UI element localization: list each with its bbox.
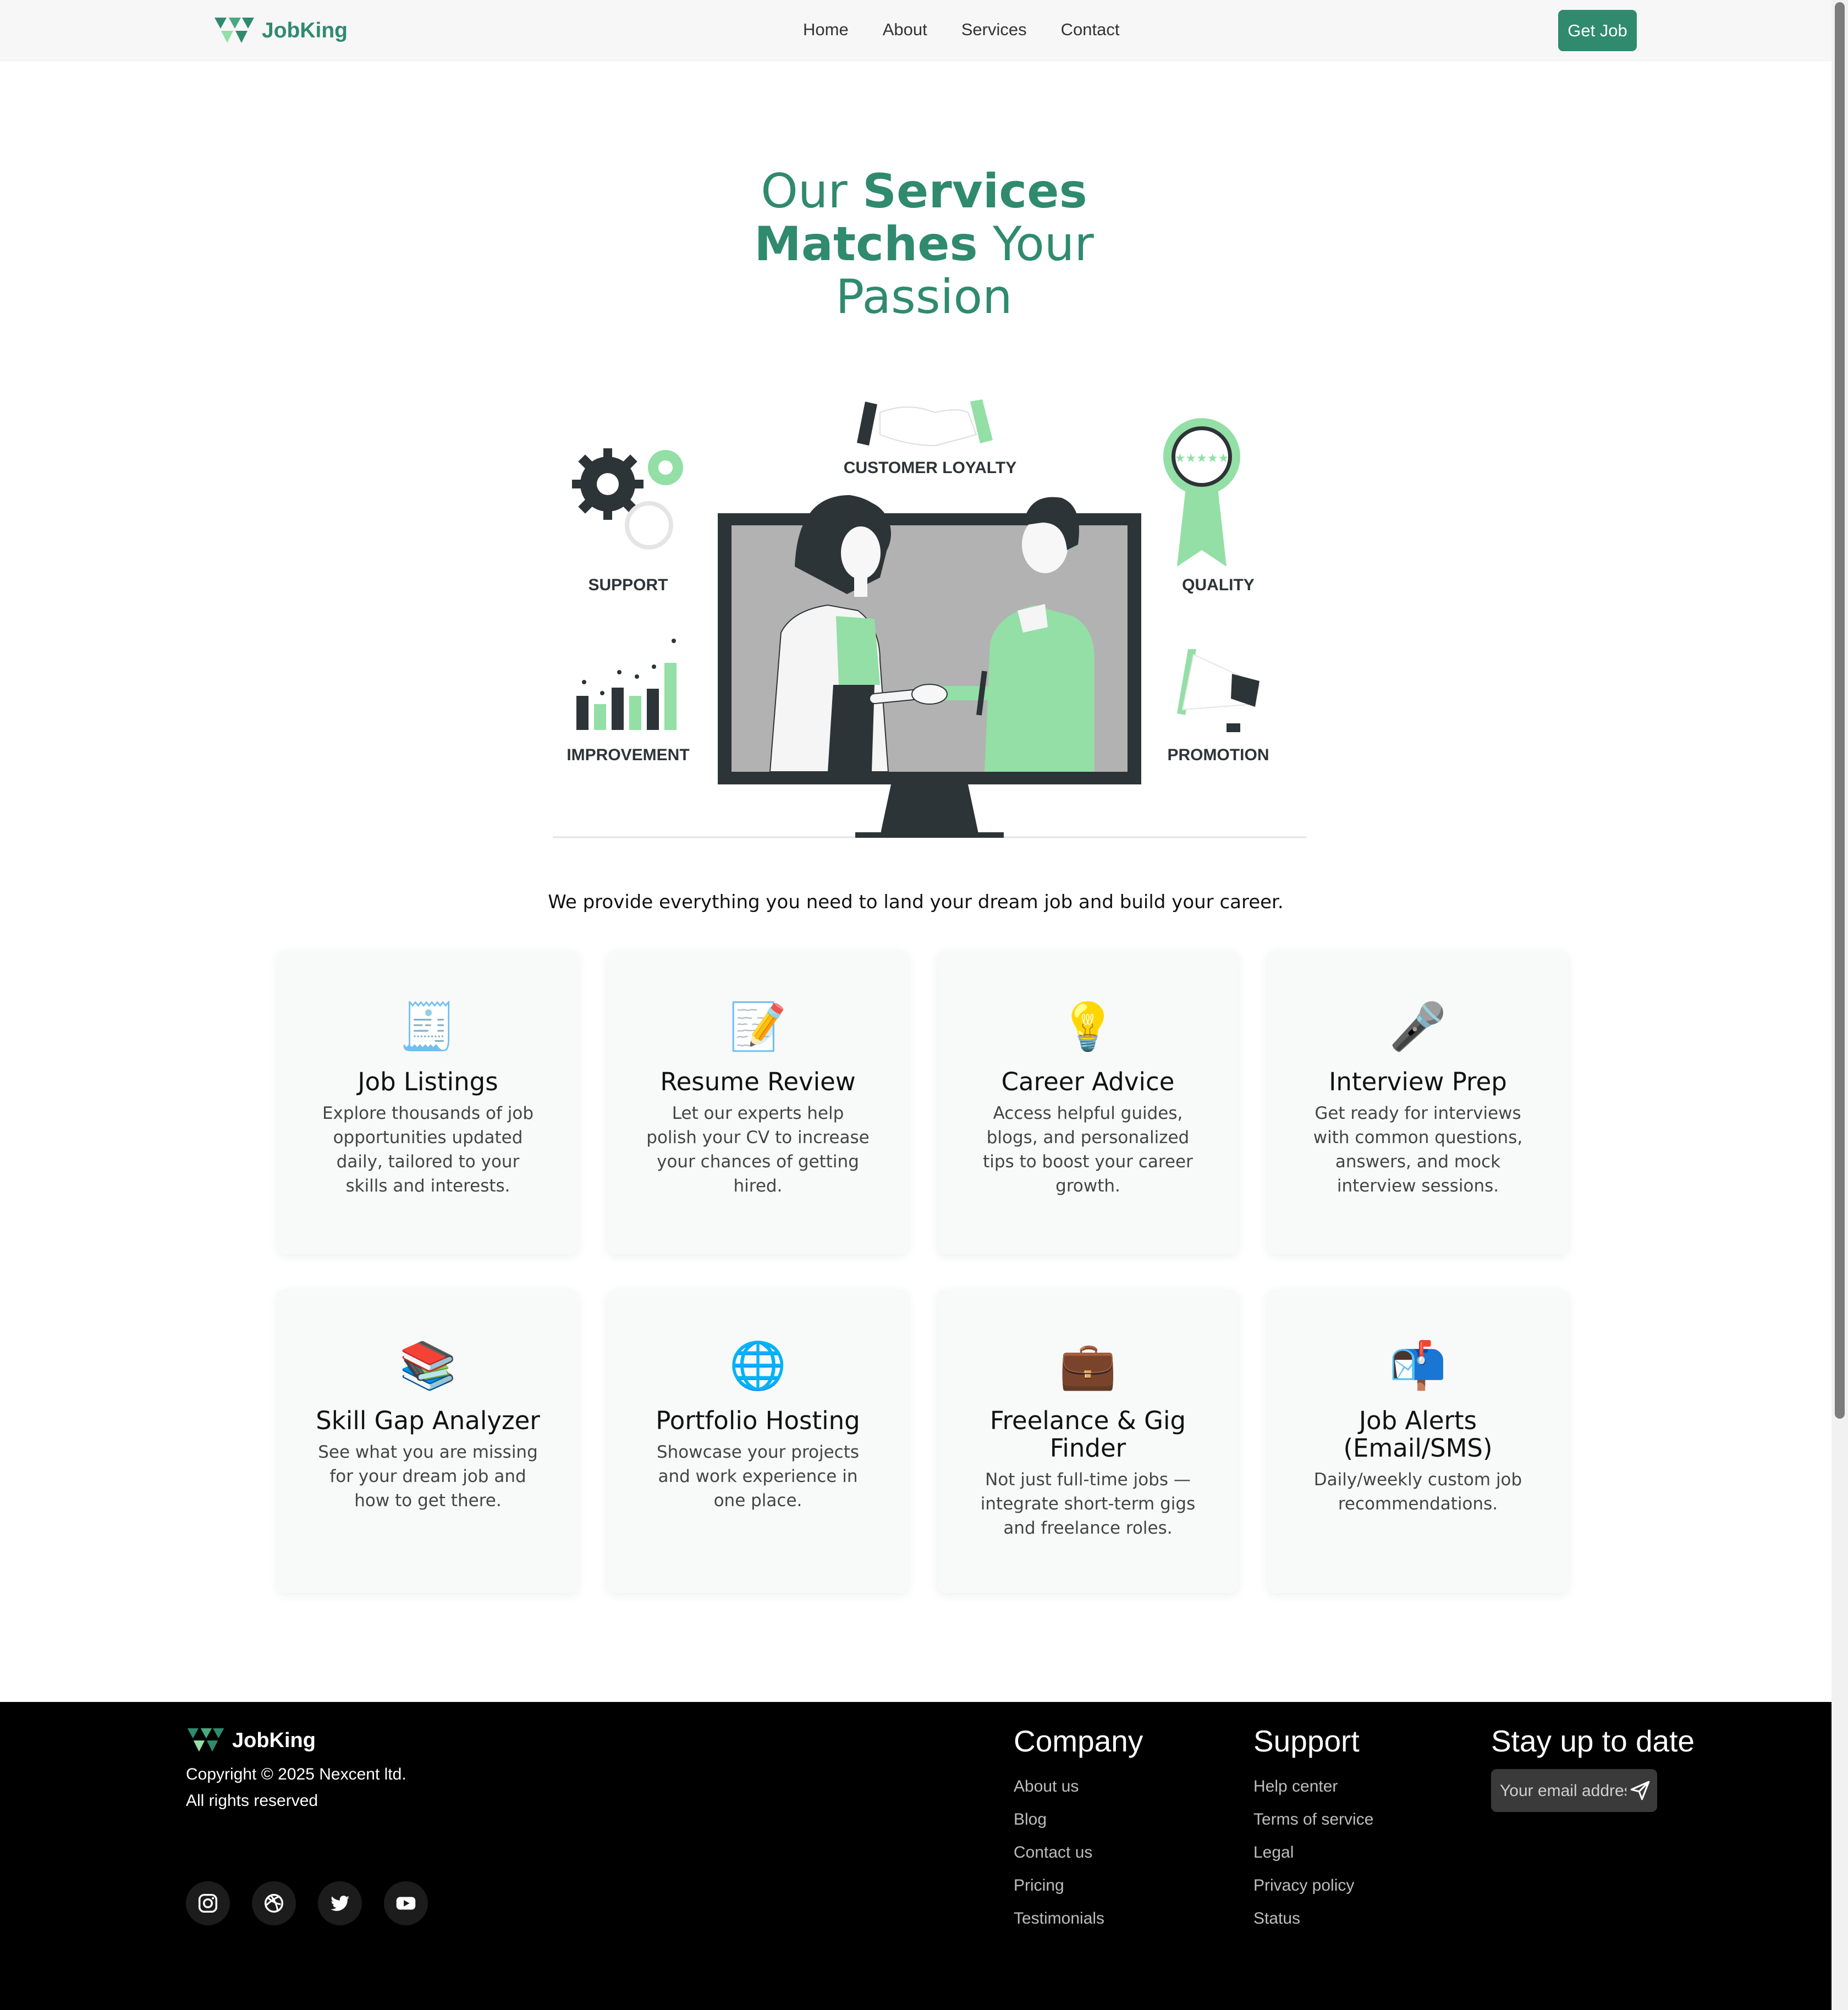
main-nav: Home About Services Contact [803,20,1153,40]
brand-logo[interactable]: JobKing [213,15,348,46]
gears-icon [572,448,683,550]
youtube-link[interactable] [384,1881,428,1925]
copyright-block: Copyright © 2025 Nexcent ltd. All rights… [186,1761,406,1814]
company-heading: Company [1014,1724,1143,1758]
title-part-bold: Services [862,164,1087,219]
site-footer: JobKing Copyright © 2025 Nexcent ltd. Al… [0,1702,1832,2010]
label-customer-loyalty: CUSTOMER LOYALTY [844,459,1016,477]
youtube-icon [396,1897,416,1910]
globe-icon: 🌐 [729,1338,787,1392]
footer-link-contact-us[interactable]: Contact us [1014,1836,1143,1869]
improvement-chart-icon [576,639,676,730]
brand-name: JobKing [262,19,348,42]
title-part: Passion [835,270,1013,325]
label-support: SUPPORT [588,576,668,594]
handshake-icon [857,399,993,447]
jobking-logo-icon [187,1728,224,1752]
nav-link-about[interactable]: About [883,20,927,40]
footer-link-privacy[interactable]: Privacy policy [1253,1869,1373,1902]
footer-brand-name: JobKing [232,1728,316,1752]
nav-link-home[interactable]: Home [803,20,849,40]
footer-link-terms[interactable]: Terms of service [1253,1803,1373,1836]
lightbulb-icon: 💡 [1059,999,1117,1053]
copyright-text: Copyright © 2025 Nexcent ltd. [186,1765,406,1783]
footer-newsletter-column: Stay up to date [1491,1722,1695,1760]
nav-link-contact[interactable]: Contact [1061,20,1120,40]
rights-text: All rights reserved [186,1792,318,1810]
nav-link-services[interactable]: Services [961,20,1027,40]
label-improvement: IMPROVEMENT [566,746,689,764]
footer-link-pricing[interactable]: Pricing [1014,1869,1143,1902]
twitter-link[interactable] [318,1881,362,1925]
card-description: Explore thousands of job opportunities u… [322,1103,534,1196]
quality-badge-icon: ★★★★★ [1163,418,1240,567]
megaphone-icon [1177,649,1261,732]
title-part: Our [761,164,863,219]
label-promotion: PROMOTION [1168,746,1269,764]
card-description: Showcase your projects and work experien… [656,1442,860,1511]
mailbox-icon: 📬 [1389,1338,1447,1392]
card-description: Get ready for interviews with common que… [1313,1103,1523,1196]
newsletter-heading: Stay up to date [1491,1724,1695,1758]
service-card-resume-review[interactable]: 📝 Resume Review Let our experts help pol… [608,951,908,1254]
instagram-link[interactable] [186,1881,230,1925]
card-title: Resume Review [660,1067,856,1096]
page-title: Our Services Matches Your Passion [649,165,1199,323]
card-description: Not just full-time jobs — integrate shor… [980,1470,1196,1538]
memo-icon: 📝 [729,999,787,1053]
service-card-portfolio[interactable]: 🌐 Portfolio Hosting Showcase your projec… [608,1289,908,1593]
newsletter-form [1491,1769,1657,1812]
footer-support-column: Support Help center Terms of service Leg… [1253,1722,1373,1935]
footer-link-testimonials[interactable]: Testimonials [1014,1902,1143,1935]
footer-company-column: Company About us Blog Contact us Pricing… [1014,1722,1143,1935]
label-quality: QUALITY [1182,576,1255,594]
footer-link-legal[interactable]: Legal [1253,1836,1373,1869]
card-title: Job Listings [358,1067,498,1096]
svg-text:★★★★★: ★★★★★ [1175,451,1229,465]
card-description: Let our experts help polish your CV to i… [646,1103,870,1196]
twitter-icon [331,1896,350,1911]
briefcase-icon: 💼 [1059,1338,1117,1392]
footer-link-blog[interactable]: Blog [1014,1803,1143,1836]
scrollbar-thumb[interactable] [1835,2,1845,1419]
service-card-career-advice[interactable]: 💡 Career Advice Access helpful guides, b… [938,951,1238,1254]
footer-brand[interactable]: JobKing [186,1726,316,1755]
email-input[interactable] [1499,1777,1627,1805]
card-title: Skill Gap Analyzer [316,1406,540,1435]
card-title: Freelance & Gig Finder [989,1406,1186,1463]
card-description: Access helpful guides, blogs, and person… [983,1103,1193,1196]
card-title: Career Advice [1001,1067,1175,1096]
title-part: Your [977,217,1094,272]
support-heading: Support [1253,1724,1360,1758]
service-card-freelance[interactable]: 💼 Freelance & Gig Finder Not just full-t… [938,1289,1238,1593]
dribbble-icon [264,1893,284,1913]
card-title: Job Alerts (Email/SMS) [1343,1406,1493,1463]
receipt-icon: 🧾 [399,999,457,1053]
hero-tagline: We provide everything you need to land y… [548,891,1284,913]
hero-illustration: CUSTOMER LOYALTY SUPPORT ★★★★★ QUALITY I… [553,399,1306,838]
social-links [186,1881,450,1925]
title-part-bold: Matches [754,217,978,272]
jobking-logo-icon [215,18,254,43]
service-card-skill-gap[interactable]: 📚 Skill Gap Analyzer See what you are mi… [278,1289,578,1593]
get-job-button[interactable]: Get Job [1558,10,1637,51]
card-title: Interview Prep [1329,1067,1507,1096]
service-card-job-listings[interactable]: 🧾 Job Listings Explore thousands of job … [278,951,578,1254]
card-title: Portfolio Hosting [656,1406,860,1435]
service-card-job-alerts[interactable]: 📬 Job Alerts (Email/SMS) Daily/weekly cu… [1268,1289,1568,1593]
dribbble-link[interactable] [252,1881,296,1925]
service-card-interview-prep[interactable]: 🎤 Interview Prep Get ready for interview… [1268,951,1568,1254]
card-description: Daily/weekly custom job recommendations. [1313,1470,1522,1514]
send-icon[interactable] [1629,1779,1652,1802]
books-icon: 📚 [399,1338,457,1392]
footer-link-about-us[interactable]: About us [1014,1770,1143,1803]
footer-link-help-center[interactable]: Help center [1253,1770,1373,1803]
top-navbar: JobKing Home About Services Contact Get … [0,0,1832,61]
card-description: See what you are missing for your dream … [318,1442,538,1511]
instagram-icon [198,1893,218,1913]
footer-link-status[interactable]: Status [1253,1902,1373,1935]
microphone-icon: 🎤 [1389,999,1447,1053]
